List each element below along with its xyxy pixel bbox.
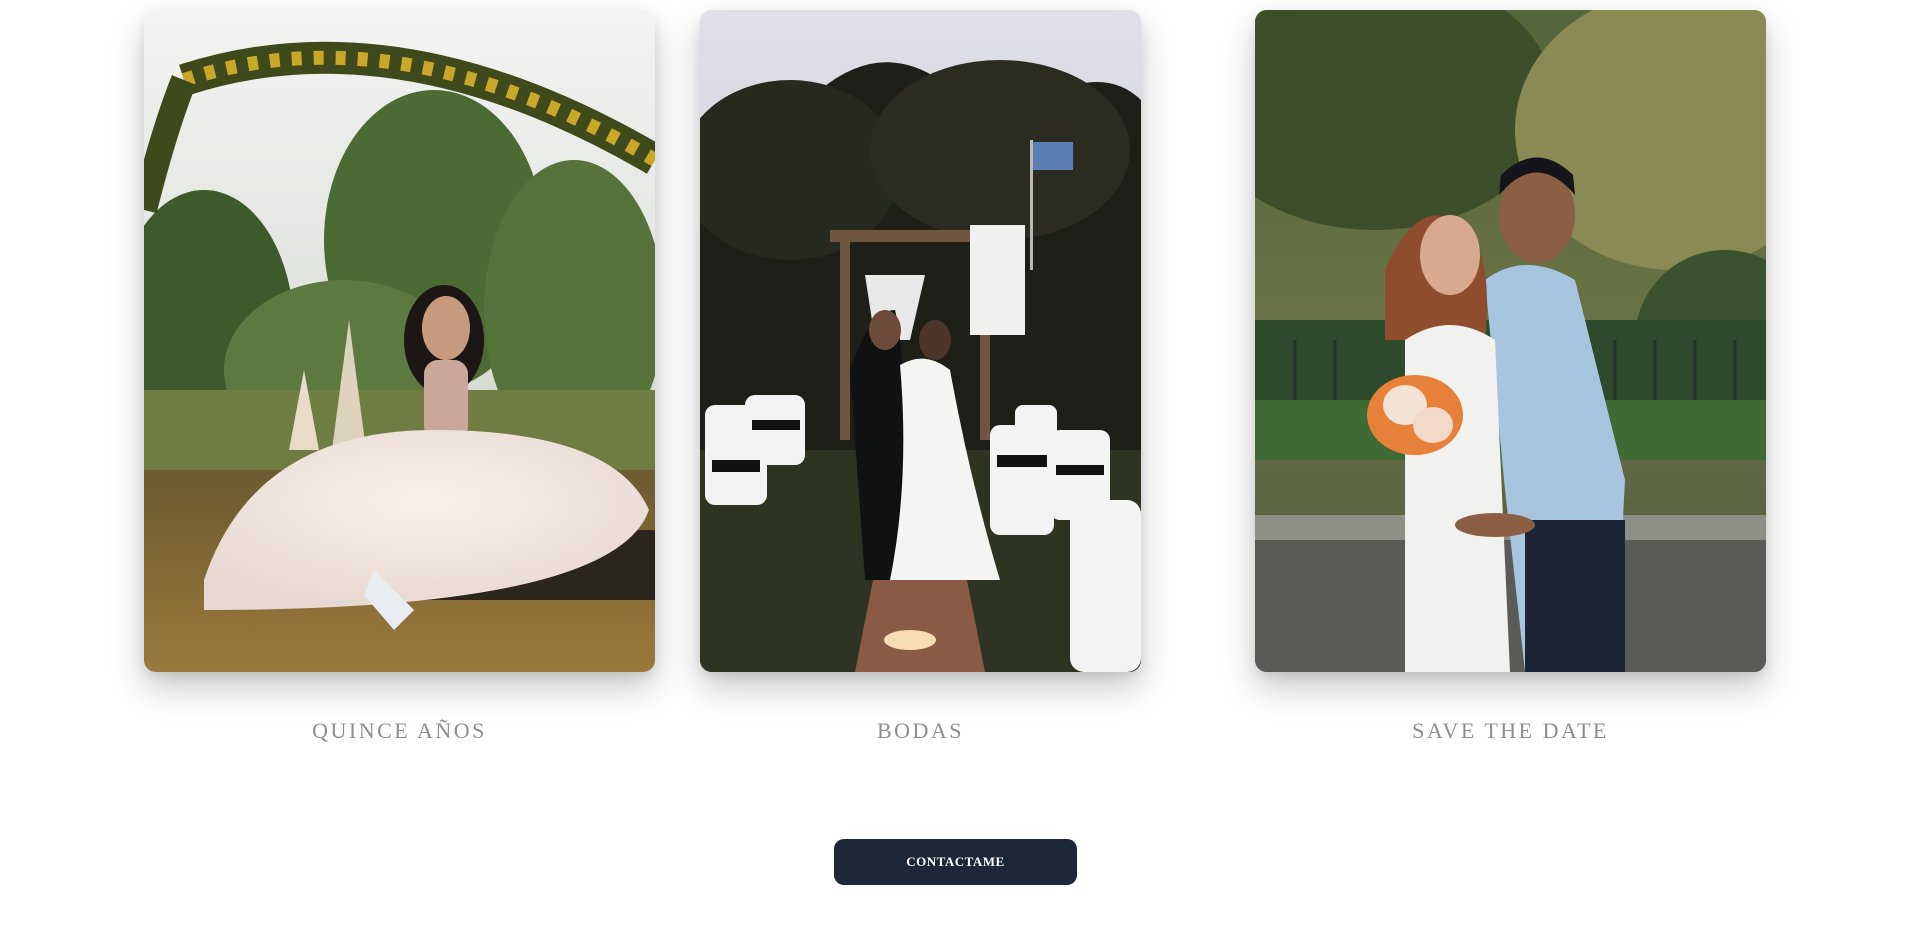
bodas-photo-card[interactable]	[700, 10, 1141, 672]
save-the-date-caption: SAVE THE DATE	[1412, 718, 1609, 743]
services-gallery: QUINCE AÑOS BODAS SAVE THE DATE CONTACTA…	[0, 0, 1920, 950]
quinceanera-portrait-photo	[144, 10, 655, 672]
contact-button[interactable]: CONTACTAME	[834, 839, 1077, 885]
save-the-date-photo-card[interactable]	[1255, 10, 1766, 672]
wedding-kiss-photo	[700, 10, 1141, 672]
quince-anos-caption: QUINCE AÑOS	[312, 718, 487, 743]
couple-embrace-photo	[1255, 10, 1766, 672]
bodas-caption: BODAS	[876, 718, 965, 743]
quince-anos-photo-card[interactable]	[144, 10, 655, 672]
